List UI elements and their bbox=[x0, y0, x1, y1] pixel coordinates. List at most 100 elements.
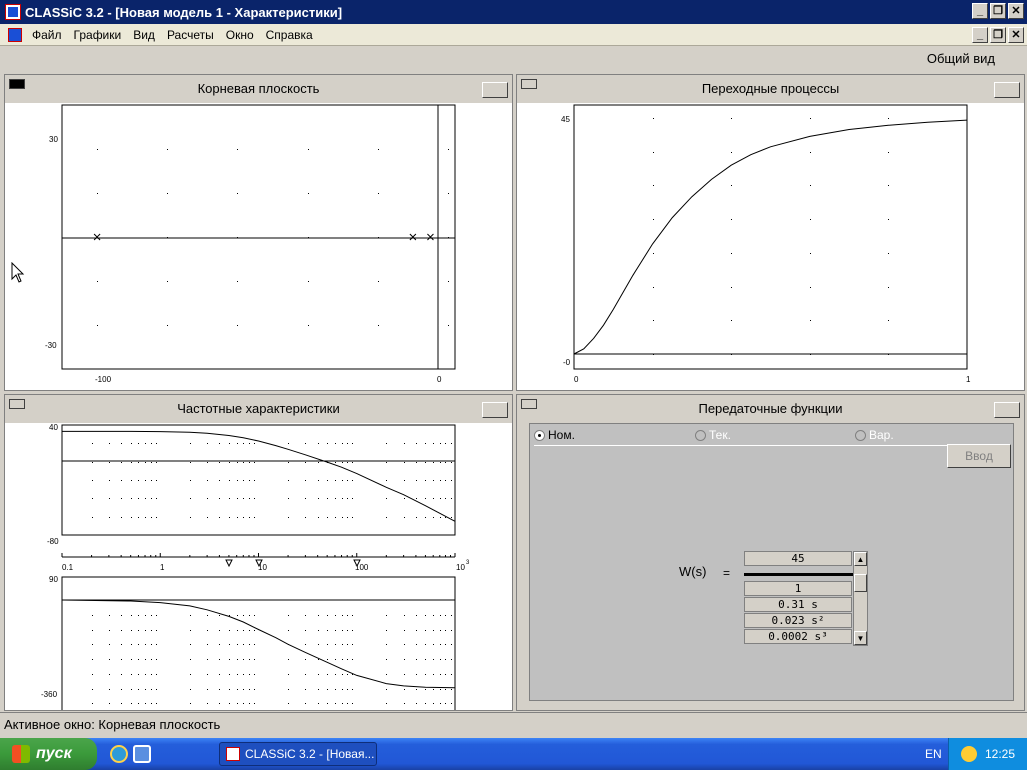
tray-icon[interactable] bbox=[961, 746, 977, 762]
numerator-field[interactable]: 45 bbox=[744, 551, 852, 566]
grid-dot bbox=[249, 480, 250, 481]
grid-dot bbox=[131, 517, 132, 518]
app-icon[interactable] bbox=[5, 4, 21, 20]
grid-dot bbox=[425, 703, 426, 704]
grid-dot bbox=[404, 498, 405, 499]
language-indicator[interactable]: EN bbox=[925, 747, 942, 761]
grid-dot bbox=[131, 615, 132, 616]
start-label: пуск bbox=[36, 745, 72, 762]
enter-button[interactable]: Ввод bbox=[947, 444, 1011, 468]
scroll-thumb[interactable] bbox=[854, 574, 867, 592]
root-locus-panel: Корневая плоскость 30 -30 -100 0 bbox=[4, 74, 513, 391]
denominator-field[interactable]: 0.31 s bbox=[744, 597, 852, 612]
grid-dot bbox=[156, 443, 157, 444]
grid-dot bbox=[190, 659, 191, 660]
grid-dot bbox=[347, 630, 348, 631]
grid-dot bbox=[305, 659, 306, 660]
panel-button[interactable] bbox=[994, 82, 1020, 98]
taskbar-task-button[interactable]: CLASSiC 3.2 - [Новая... bbox=[219, 742, 377, 766]
grid-dot bbox=[109, 443, 110, 444]
menu-help[interactable]: Справка bbox=[260, 28, 319, 42]
grid-dot bbox=[121, 659, 122, 660]
grid-dot bbox=[229, 689, 230, 690]
grid-dot bbox=[207, 630, 208, 631]
grid-dot bbox=[138, 630, 139, 631]
grid-dot bbox=[440, 498, 441, 499]
grid-dot bbox=[433, 615, 434, 616]
grid-dot bbox=[416, 703, 417, 704]
restore-button[interactable]: ❐ bbox=[990, 3, 1006, 19]
panel-button[interactable] bbox=[482, 82, 508, 98]
grid-dot bbox=[237, 480, 238, 481]
denominator-field[interactable]: 0.023 s² bbox=[744, 613, 852, 628]
grid-dot bbox=[288, 674, 289, 675]
close-button[interactable]: ✕ bbox=[1008, 3, 1024, 19]
grid-dot bbox=[888, 253, 889, 254]
coefficient-scrollbar[interactable]: ▲ ▼ bbox=[853, 551, 868, 646]
grid-dot bbox=[237, 443, 238, 444]
grid-dot bbox=[386, 674, 387, 675]
grid-dot bbox=[810, 185, 811, 186]
doc-close-button[interactable]: ✕ bbox=[1008, 27, 1024, 43]
grid-dot bbox=[243, 443, 244, 444]
grid-dot bbox=[145, 674, 146, 675]
radio-nominal[interactable]: Ном. bbox=[534, 428, 575, 442]
document-icon[interactable] bbox=[8, 27, 22, 42]
grid-dot bbox=[145, 630, 146, 631]
scroll-down-icon[interactable]: ▼ bbox=[854, 631, 867, 645]
grid-dot bbox=[156, 674, 157, 675]
grid-dot bbox=[109, 480, 110, 481]
grid-dot bbox=[416, 462, 417, 463]
grid-dot bbox=[731, 118, 732, 119]
grid-dot bbox=[229, 462, 230, 463]
grid-dot bbox=[425, 498, 426, 499]
app-quicklaunch-icon[interactable] bbox=[133, 745, 151, 763]
grid-dot bbox=[318, 480, 319, 481]
panel-button[interactable] bbox=[994, 402, 1020, 418]
grid-dot bbox=[92, 615, 93, 616]
panel-title: Передаточные функции bbox=[698, 401, 843, 416]
grid-dot bbox=[308, 149, 309, 150]
grid-dot bbox=[243, 498, 244, 499]
grid-dot bbox=[352, 443, 353, 444]
grid-dot bbox=[138, 615, 139, 616]
grid-dot bbox=[229, 480, 230, 481]
menu-view[interactable]: Вид bbox=[127, 28, 161, 42]
grid-dot bbox=[243, 517, 244, 518]
grid-dot bbox=[433, 443, 434, 444]
overview-label[interactable]: Общий вид bbox=[927, 51, 995, 66]
doc-restore-button[interactable]: ❐ bbox=[990, 27, 1006, 43]
grid-dot bbox=[97, 193, 98, 194]
grid-dot bbox=[229, 498, 230, 499]
grid-dot bbox=[121, 630, 122, 631]
grid-dot bbox=[347, 703, 348, 704]
menu-window[interactable]: Окно bbox=[220, 28, 260, 42]
mouse-cursor-icon bbox=[11, 262, 25, 283]
grid-dot bbox=[425, 644, 426, 645]
start-button[interactable]: пуск bbox=[0, 738, 97, 770]
grid-dot bbox=[416, 674, 417, 675]
scroll-up-icon[interactable]: ▲ bbox=[854, 552, 867, 566]
grid-dot bbox=[156, 480, 157, 481]
grid-dot bbox=[145, 517, 146, 518]
panel-button[interactable] bbox=[482, 402, 508, 418]
denominator-field[interactable]: 0.0002 s³ bbox=[744, 629, 852, 644]
minimize-button[interactable]: _ bbox=[972, 3, 988, 19]
grid-dot bbox=[440, 674, 441, 675]
grid-dot bbox=[327, 630, 328, 631]
grid-dot bbox=[249, 689, 250, 690]
menu-file[interactable]: Файл bbox=[26, 28, 68, 42]
grid-dot bbox=[888, 287, 889, 288]
denominator-field[interactable]: 1 bbox=[744, 581, 852, 596]
radio-current[interactable]: Тек. bbox=[695, 428, 731, 442]
grid-dot bbox=[352, 630, 353, 631]
grid-dot bbox=[440, 480, 441, 481]
grid-dot bbox=[386, 498, 387, 499]
doc-minimize-button[interactable]: _ bbox=[972, 27, 988, 43]
menu-graphs[interactable]: Графики bbox=[68, 28, 128, 42]
radio-variant[interactable]: Вар. bbox=[855, 428, 894, 442]
menu-calculations[interactable]: Расчеты bbox=[161, 28, 220, 42]
ie-icon[interactable] bbox=[110, 745, 128, 763]
panel-header: Передаточные функции bbox=[517, 395, 1024, 423]
grid-dot bbox=[445, 517, 446, 518]
